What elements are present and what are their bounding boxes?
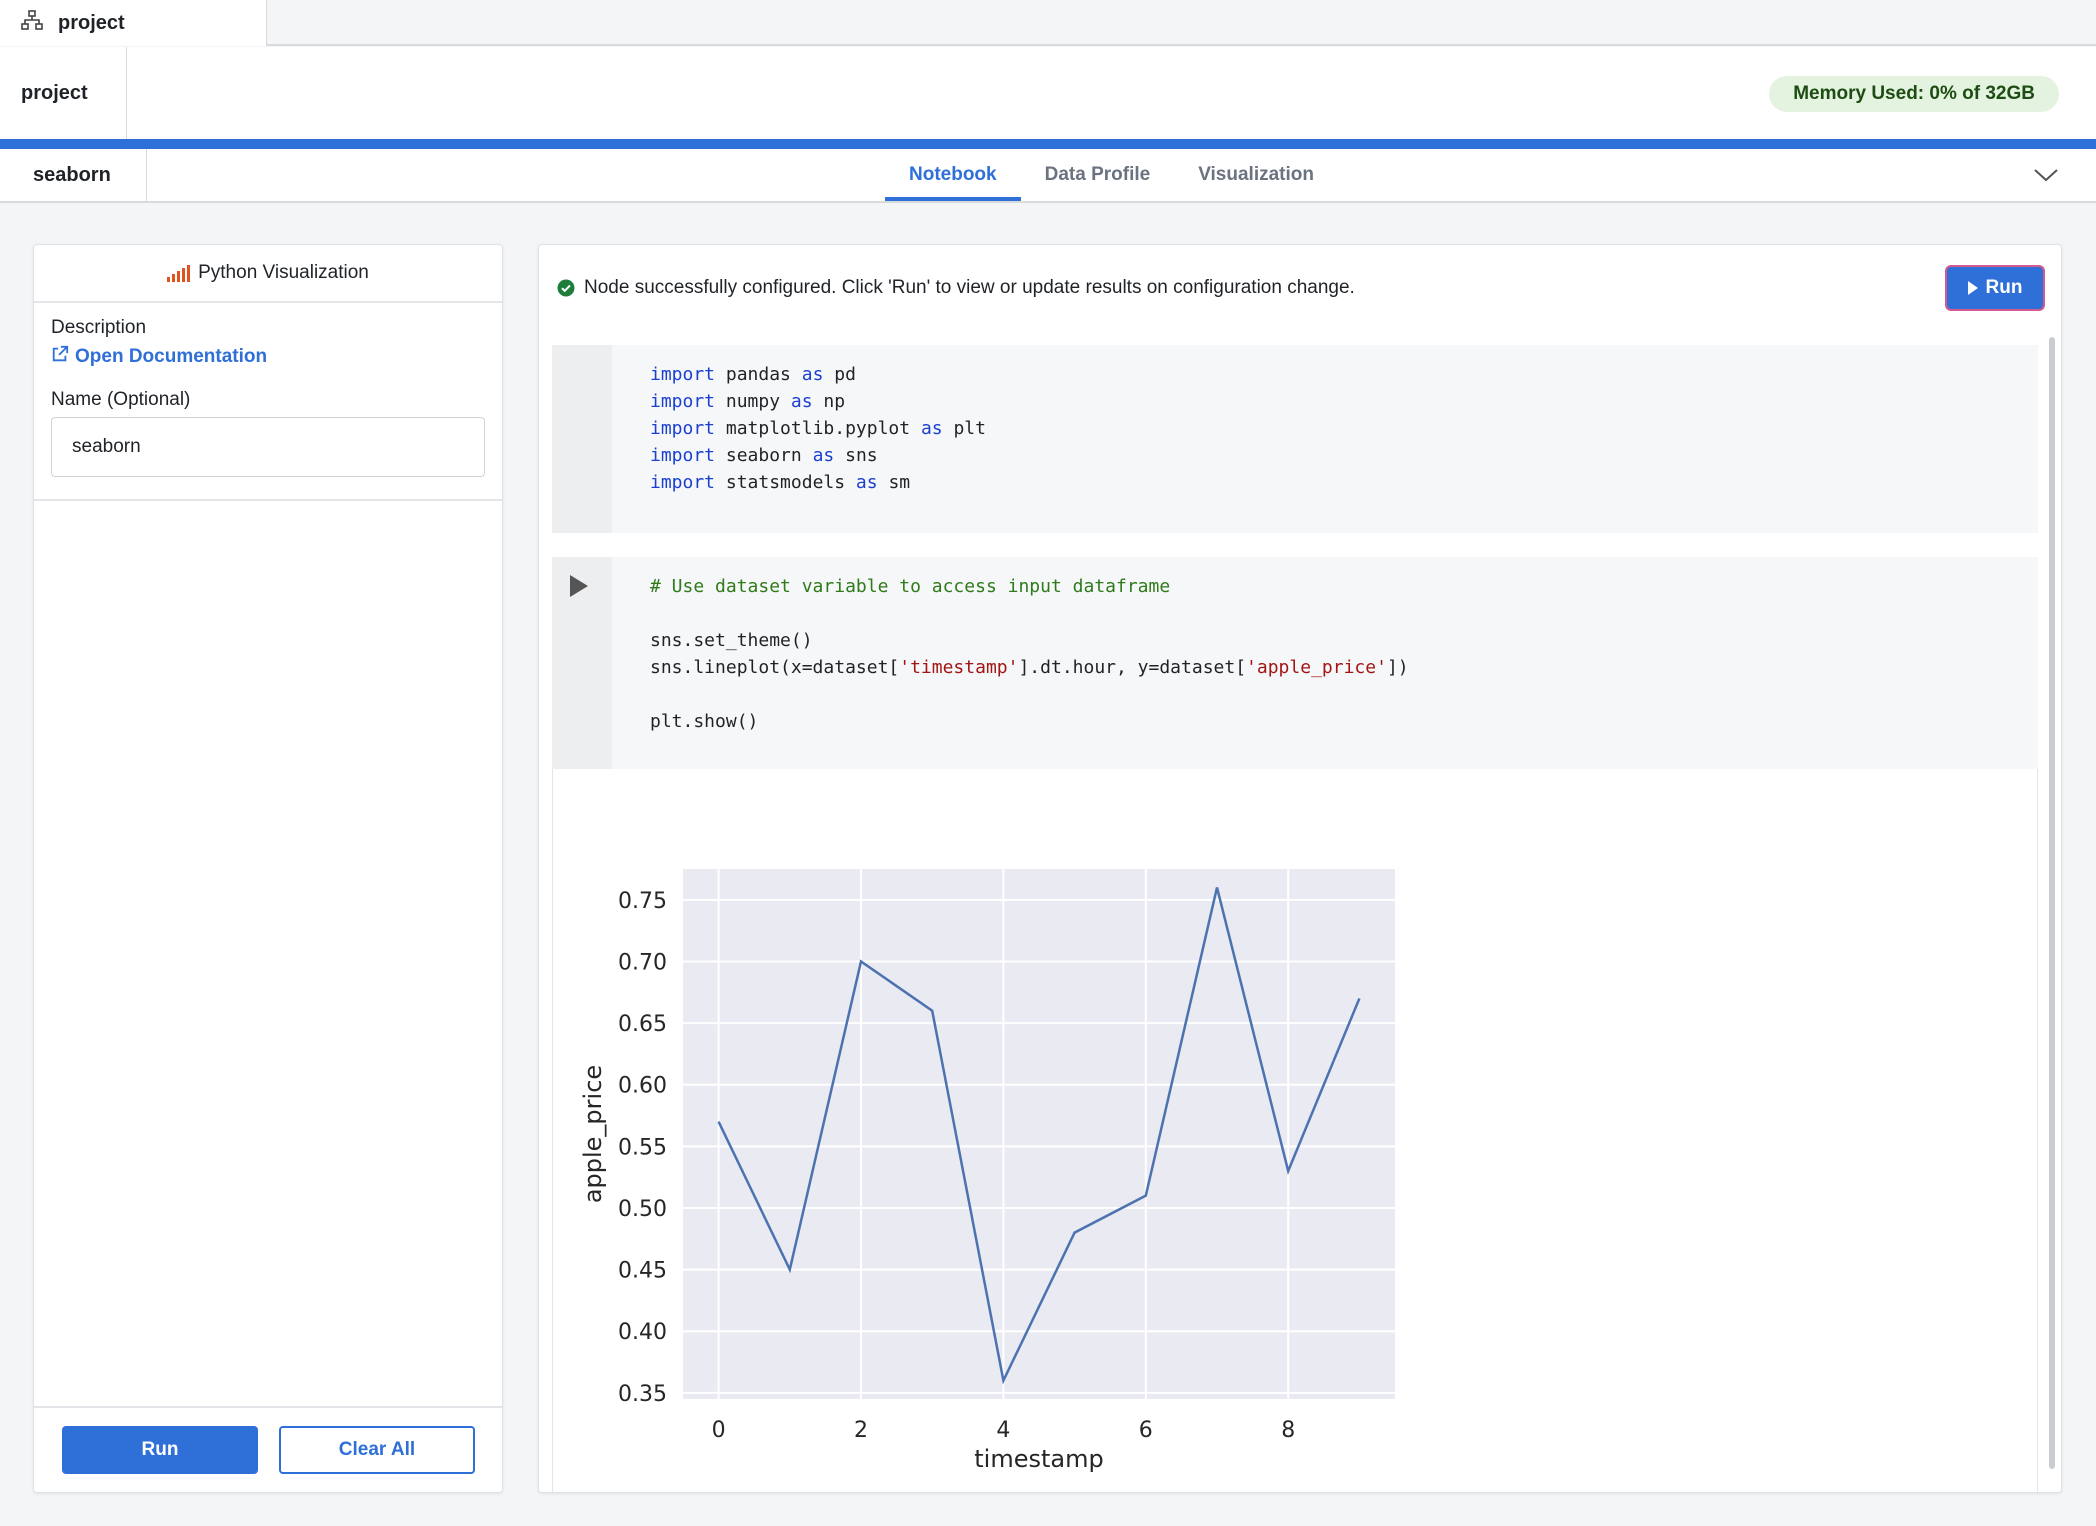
config-panel: Python Visualization Description Open Do… — [33, 244, 503, 1493]
x-tick-label: 8 — [1281, 1418, 1295, 1443]
tab-notebook[interactable]: Notebook — [885, 149, 1021, 201]
run-notebook-button[interactable]: Run — [1945, 265, 2045, 311]
window-tab-project[interactable]: project — [0, 0, 267, 46]
y-tick-label: 0.40 — [618, 1320, 667, 1345]
tab-visualization[interactable]: Visualization — [1174, 149, 1338, 201]
memory-usage-badge: Memory Used: 0% of 32GB — [1769, 76, 2059, 112]
run-cell-icon[interactable] — [570, 575, 588, 597]
y-tick-label: 0.55 — [618, 1135, 667, 1160]
x-axis-label: timestamp — [974, 1445, 1103, 1473]
y-tick-label: 0.75 — [618, 889, 667, 914]
y-tick-label: 0.35 — [618, 1382, 667, 1407]
y-tick-label: 0.50 — [618, 1197, 667, 1222]
window-tab-bar: project — [0, 0, 2096, 46]
external-link-icon — [51, 345, 69, 369]
x-tick-label: 0 — [712, 1418, 726, 1443]
notebook-panel: Node successfully configured. Click 'Run… — [538, 244, 2062, 1493]
project-name[interactable]: project — [0, 47, 127, 139]
status-text: Node successfully configured. Click 'Run… — [584, 277, 1355, 298]
name-label: Name (Optional) — [51, 389, 191, 410]
y-axis-label: apple_price — [579, 1065, 607, 1203]
code-cell-imports[interactable]: import pandas as pd import numpy as np i… — [552, 345, 2038, 533]
open-documentation-label: Open Documentation — [75, 346, 268, 367]
code-plot[interactable]: # Use dataset variable to access input d… — [650, 573, 1409, 735]
check-circle-icon — [557, 279, 575, 297]
node-header: seaborn Notebook Data Profile Visualizat… — [0, 149, 2096, 203]
config-panel-header: Python Visualization — [34, 245, 502, 303]
code-imports[interactable]: import pandas as pd import numpy as np i… — [650, 361, 986, 496]
node-name[interactable]: seaborn — [0, 149, 147, 201]
description-label: Description — [51, 317, 147, 338]
name-input[interactable] — [51, 417, 485, 477]
window-tab-title: project — [58, 11, 125, 34]
clear-all-button[interactable]: Clear All — [279, 1426, 475, 1474]
config-panel-title: Python Visualization — [198, 262, 369, 283]
open-documentation-link[interactable]: Open Documentation — [51, 345, 485, 369]
sitemap-icon — [20, 8, 44, 38]
y-tick-label: 0.60 — [618, 1074, 667, 1099]
bar-signal-icon — [167, 264, 191, 282]
config-divider — [34, 499, 502, 501]
node-tabs: Notebook Data Profile Visualization — [885, 149, 1338, 201]
cell-output: 0.35 0.40 0.45 0.50 0.55 0.60 0.65 0.70 0.75 0 2 4 6… — [552, 769, 2038, 1492]
chevron-down-icon[interactable] — [2032, 163, 2060, 187]
project-header: project Memory Used: 0% of 32GB — [0, 47, 2096, 139]
x-tick-label: 6 — [1139, 1418, 1153, 1443]
scrollbar[interactable] — [2049, 337, 2055, 1469]
x-tick-label: 2 — [854, 1418, 868, 1443]
cell-gutter — [552, 345, 612, 533]
run-button[interactable]: Run — [62, 1426, 258, 1474]
y-tick-label: 0.45 — [618, 1259, 667, 1284]
x-tick-label: 4 — [996, 1418, 1010, 1443]
status-message: Node successfully configured. Click 'Run… — [557, 277, 1355, 299]
play-icon — [1967, 281, 1978, 295]
y-tick-label: 0.70 — [618, 950, 667, 975]
tab-data-profile[interactable]: Data Profile — [1021, 149, 1175, 201]
line-chart: 0.35 0.40 0.45 0.50 0.55 0.60 0.65 0.70 0.75 0 2 4 6… — [579, 869, 1395, 1473]
run-notebook-label: Run — [1985, 277, 2023, 298]
config-footer: Run Clear All — [34, 1406, 502, 1492]
y-tick-label: 0.65 — [618, 1012, 667, 1037]
accent-divider — [0, 139, 2096, 149]
